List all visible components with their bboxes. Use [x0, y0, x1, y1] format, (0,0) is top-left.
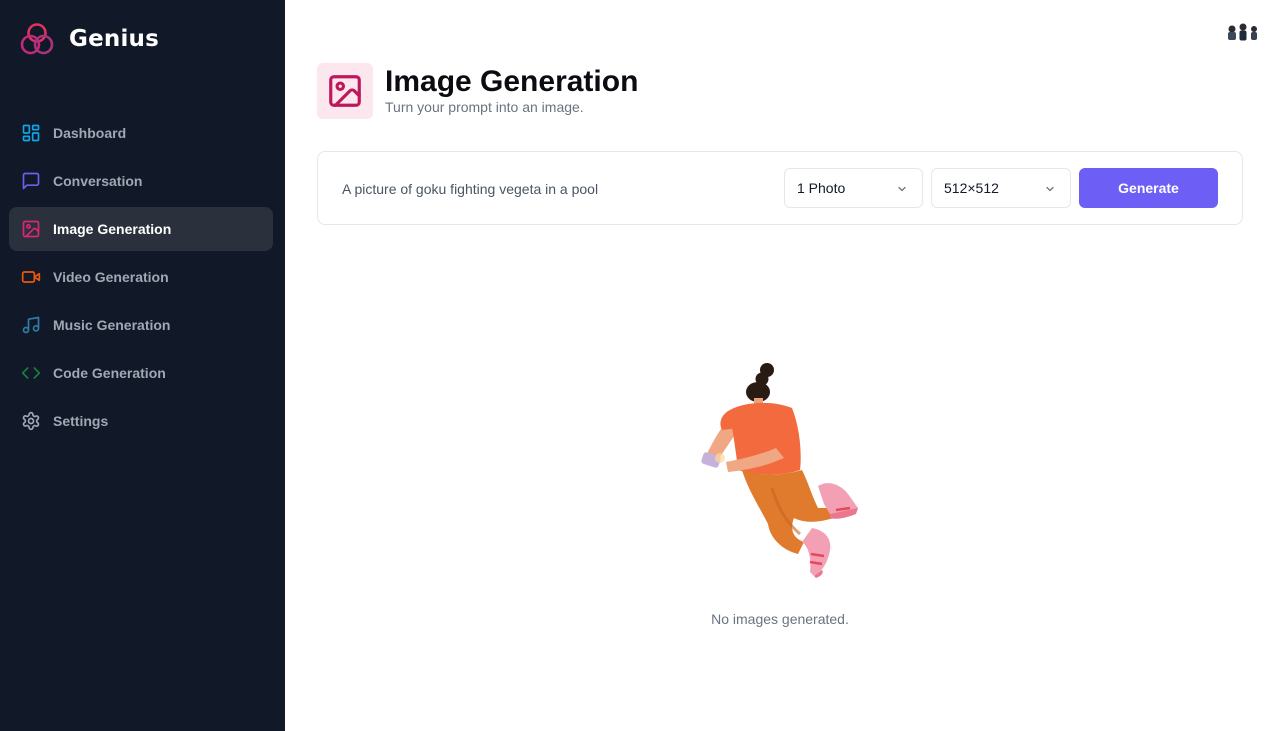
sidebar-item-music-generation[interactable]: Music Generation	[9, 303, 273, 347]
header-icon-box	[317, 63, 373, 119]
sidebar-item-image-generation[interactable]: Image Generation	[9, 207, 273, 251]
message-square-icon	[21, 171, 41, 191]
brand-link[interactable]: Genius	[20, 22, 159, 56]
sidebar-item-label: Image Generation	[53, 221, 172, 237]
sidebar-item-label: Code Generation	[53, 365, 166, 381]
empty-state-illustration	[701, 363, 858, 578]
sidebar-item-code-generation[interactable]: Code Generation	[9, 351, 273, 395]
sidebar-item-video-generation[interactable]: Video Generation	[9, 255, 273, 299]
prompt-input[interactable]	[332, 169, 772, 209]
layout-dashboard-icon	[21, 123, 41, 143]
amount-select-value: 1 Photo	[797, 180, 846, 196]
image-icon	[21, 219, 41, 239]
sidebar-item-dashboard[interactable]: Dashboard	[9, 111, 273, 155]
page-subtitle: Turn your prompt into an image.	[385, 99, 584, 115]
sidebar-item-label: Conversation	[53, 173, 143, 189]
sidebar-item-label: Settings	[53, 413, 109, 429]
resolution-select[interactable]: 512×512	[931, 168, 1071, 208]
video-icon	[21, 267, 41, 287]
sidebar-item-label: Video Generation	[53, 269, 169, 285]
resolution-select-value: 512×512	[944, 180, 999, 196]
sidebar-item-label: Music Generation	[53, 317, 171, 333]
brand-name: Genius	[69, 26, 159, 52]
user-avatar-icon[interactable]	[1226, 22, 1260, 42]
generate-button[interactable]: Generate	[1079, 168, 1218, 208]
sidebar-item-conversation[interactable]: Conversation	[9, 159, 273, 203]
chevron-down-icon	[1046, 186, 1054, 192]
prompt-form: 1 Photo 512×512 Generate	[317, 151, 1243, 225]
settings-gear-icon	[21, 411, 41, 431]
sidebar-item-settings[interactable]: Settings	[9, 399, 273, 443]
genius-logo-icon	[20, 23, 54, 55]
page-header: Image Generation Turn your prompt into a…	[317, 63, 638, 119]
sidebar-item-label: Dashboard	[53, 125, 127, 141]
page-title: Image Generation	[385, 65, 639, 98]
image-icon	[329, 75, 361, 107]
chevron-down-icon	[898, 186, 906, 192]
sidebar-nav: Dashboard Conversation Image Generation	[9, 111, 273, 447]
code-icon	[21, 363, 41, 383]
empty-state-message: No images generated.	[711, 611, 849, 627]
sidebar: Genius Dashboard Conversation Image Gene…	[0, 0, 285, 731]
amount-select[interactable]: 1 Photo	[784, 168, 923, 208]
music-icon	[21, 315, 41, 335]
